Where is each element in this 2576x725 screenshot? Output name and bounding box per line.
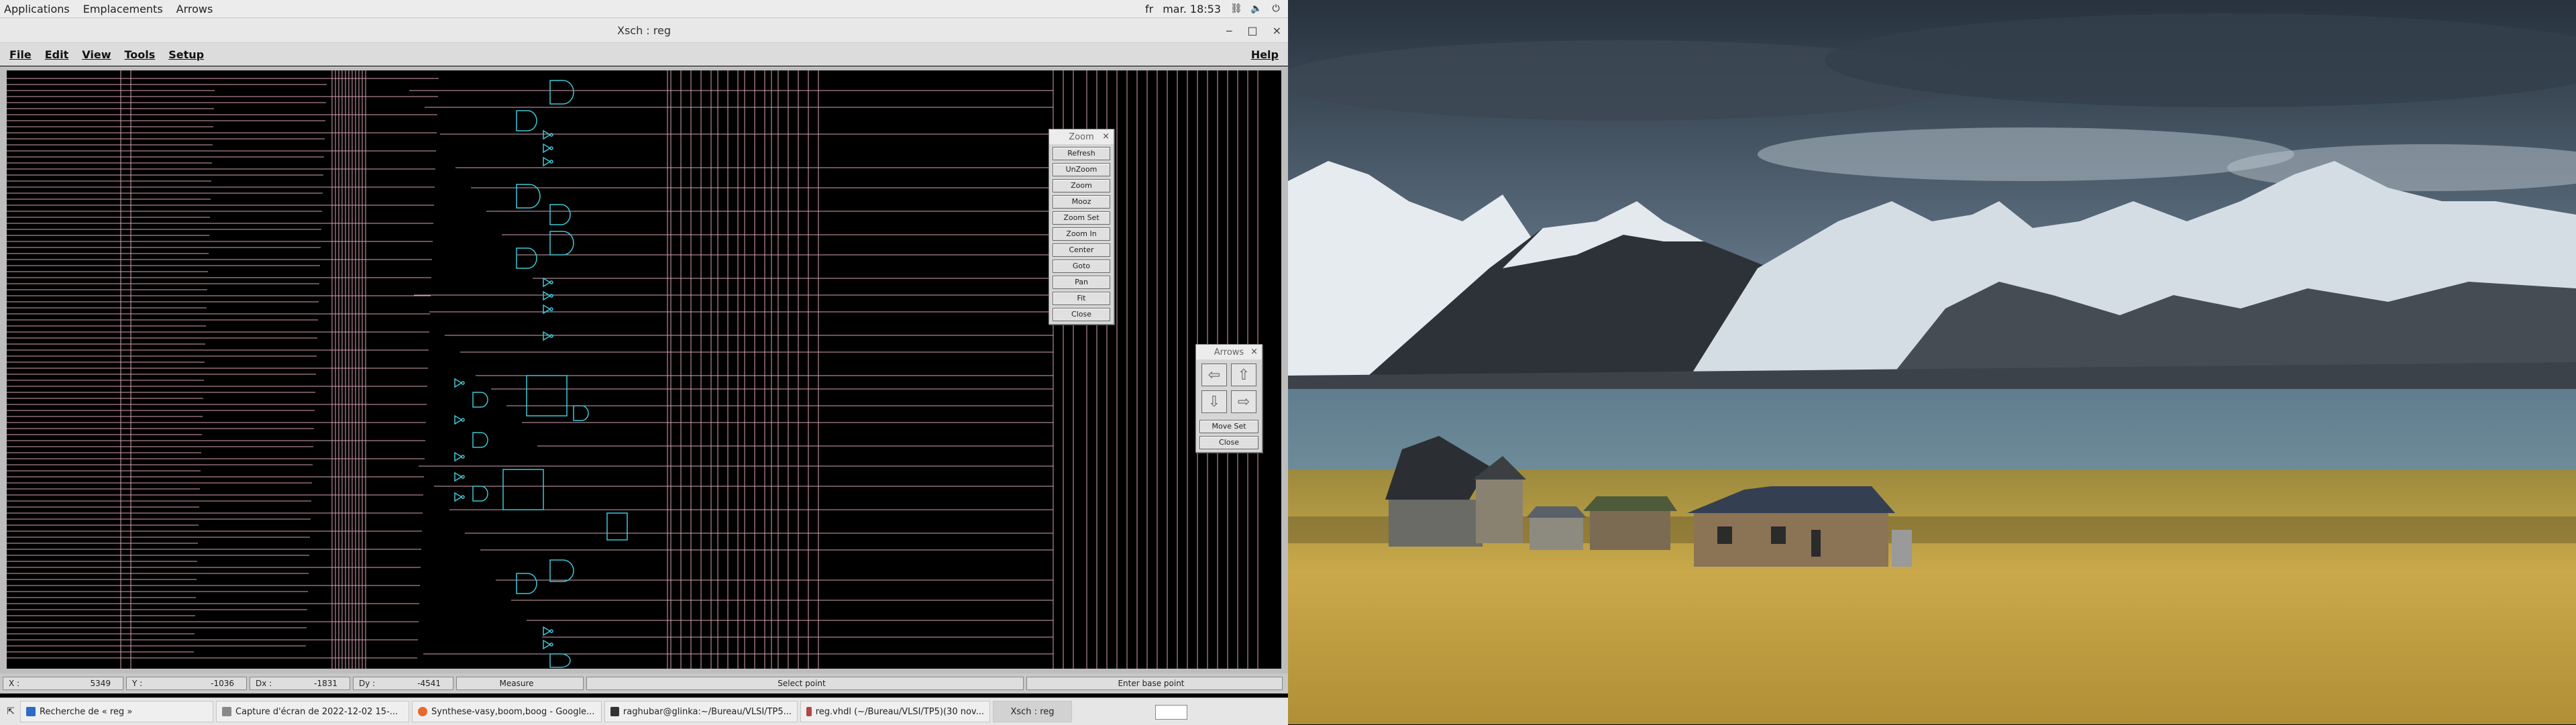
zoom-btn-center[interactable]: Center bbox=[1053, 243, 1110, 257]
files-icon bbox=[26, 707, 36, 716]
x-coord-field: X : 5349 bbox=[3, 677, 123, 690]
places-menu[interactable]: Emplacements bbox=[83, 3, 163, 15]
minimize-button[interactable]: ‒ bbox=[1226, 24, 1232, 37]
clock[interactable]: mar. 18:53 bbox=[1163, 3, 1221, 15]
y-label: Y : bbox=[132, 679, 143, 688]
canvas-frame: Zoom × Refresh UnZoom Zoom Mooz Zoom Set Zoom… bbox=[0, 66, 1288, 673]
menu-view[interactable]: View bbox=[82, 48, 111, 61]
task-label: Capture d'écran de 2022-12-02 15-... bbox=[235, 706, 398, 717]
arrows-palette-close-icon[interactable]: × bbox=[1250, 347, 1258, 357]
zoom-palette-title: Zoom bbox=[1069, 131, 1094, 142]
workspace-switcher[interactable] bbox=[1155, 705, 1187, 720]
menu-tools[interactable]: Tools bbox=[124, 48, 155, 61]
zoom-btn-pan[interactable]: Pan bbox=[1053, 276, 1110, 289]
zoom-btn-fit[interactable]: Fit bbox=[1053, 292, 1110, 305]
task-label: Xsch : reg bbox=[1010, 706, 1055, 717]
zoom-btn-zoom-in[interactable]: Zoom In bbox=[1053, 227, 1110, 241]
show-desktop-icon[interactable]: ⇱ bbox=[5, 706, 16, 717]
menu-help[interactable]: Help bbox=[1251, 48, 1279, 61]
text-editor-icon bbox=[806, 707, 812, 716]
dy-label: Dy : bbox=[359, 679, 376, 688]
base-point-field: Enter base point bbox=[1026, 677, 1283, 690]
menu-file[interactable]: File bbox=[9, 48, 32, 61]
zoom-btn-goto[interactable]: Goto bbox=[1053, 260, 1110, 273]
terminal-icon bbox=[610, 707, 619, 716]
firefox-icon bbox=[418, 707, 427, 716]
zoom-button-list: Refresh UnZoom Zoom Mooz Zoom Set Zoom In Cent… bbox=[1049, 147, 1114, 321]
task-label: Synthese-vasy,boom,boog - Google... bbox=[431, 706, 595, 717]
zoom-btn-unzoom[interactable]: UnZoom bbox=[1053, 163, 1110, 176]
schematic-canvas[interactable]: Zoom × Refresh UnZoom Zoom Mooz Zoom Set Zoom… bbox=[7, 70, 1281, 669]
arrow-up-icon: ⇧ bbox=[1237, 366, 1250, 384]
dy-value: -4541 bbox=[417, 679, 441, 688]
volume-icon[interactable]: 🔈 bbox=[1250, 3, 1262, 14]
status-bar: X : 5349 Y : -1036 Dx : -1831 Dy : -4541… bbox=[0, 673, 1288, 693]
task-xsch[interactable]: Xsch : reg bbox=[993, 701, 1072, 722]
arrows-palette-titlebar[interactable]: Arrows × bbox=[1196, 345, 1262, 359]
base-point-label: Enter base point bbox=[1118, 679, 1185, 688]
measure-field[interactable]: Measure bbox=[456, 677, 584, 690]
zoom-btn-refresh[interactable]: Refresh bbox=[1053, 147, 1110, 160]
zoom-btn-mooz[interactable]: Mooz bbox=[1053, 195, 1110, 209]
zoom-btn-zoom[interactable]: Zoom bbox=[1053, 179, 1110, 192]
gates bbox=[454, 80, 628, 668]
window-titlebar[interactable]: Xsch : reg ‒ □ × bbox=[0, 18, 1288, 43]
arrow-right-icon: ⇨ bbox=[1237, 393, 1250, 410]
dx-label: Dx : bbox=[256, 679, 272, 688]
system-tray: fr mar. 18:53 ⛓ 🔈 ⏻ bbox=[1145, 3, 1281, 15]
arrows-palette: Arrows × ⇦ ⇧ ⇩ ⇨ Move Set Close bbox=[1195, 344, 1263, 453]
arrow-right-button[interactable]: ⇨ bbox=[1231, 390, 1256, 413]
task-label: Recherche de « reg » bbox=[40, 706, 133, 717]
maximize-button[interactable]: □ bbox=[1247, 24, 1257, 37]
applications-menu[interactable]: Applications bbox=[4, 3, 70, 15]
taskbar: ⇱ Recherche de « reg » Capture d'écran d… bbox=[0, 698, 1288, 725]
task-screenshot[interactable]: Capture d'écran de 2022-12-02 15-... bbox=[216, 701, 409, 722]
dx-field: Dx : -1831 bbox=[250, 677, 350, 690]
arrow-left-icon: ⇦ bbox=[1208, 366, 1221, 384]
zoom-btn-zoom-set[interactable]: Zoom Set bbox=[1053, 211, 1110, 225]
keyboard-layout[interactable]: fr bbox=[1145, 3, 1153, 15]
measure-label: Measure bbox=[499, 679, 534, 688]
arrows-app-menu[interactable]: Arrows bbox=[176, 3, 213, 15]
y-coord-field: Y : -1036 bbox=[126, 677, 247, 690]
zoom-palette-titlebar[interactable]: Zoom × bbox=[1049, 129, 1114, 144]
select-point-label: Select point bbox=[777, 679, 826, 688]
x-label: X : bbox=[9, 679, 20, 688]
arrow-down-icon: ⇩ bbox=[1208, 393, 1221, 410]
top-panel: Applications Emplacements Arrows fr mar.… bbox=[0, 0, 1288, 18]
y-value: -1036 bbox=[211, 679, 234, 688]
task-label: raghubar@glinka:~/Bureau/VLSI/TP5... bbox=[623, 706, 792, 717]
close-window-button[interactable]: × bbox=[1273, 24, 1281, 37]
zoom-palette-close-icon[interactable]: × bbox=[1102, 131, 1110, 142]
landscape-image bbox=[1288, 0, 2576, 724]
select-point-field: Select point bbox=[586, 677, 1024, 690]
dy-field: Dy : -4541 bbox=[353, 677, 453, 690]
task-search[interactable]: Recherche de « reg » bbox=[20, 701, 213, 722]
task-label: reg.vhdl (~/Bureau/VLSI/TP5)(30 nov... bbox=[815, 706, 984, 717]
task-editor[interactable]: reg.vhdl (~/Bureau/VLSI/TP5)(30 nov... bbox=[800, 701, 990, 722]
move-set-button[interactable]: Move Set bbox=[1199, 420, 1258, 433]
x-value: 5349 bbox=[90, 679, 111, 688]
network-icon[interactable]: ⛓ bbox=[1230, 3, 1242, 14]
zoom-btn-close[interactable]: Close bbox=[1053, 308, 1110, 321]
menu-setup[interactable]: Setup bbox=[168, 48, 204, 61]
power-icon[interactable]: ⏻ bbox=[1271, 3, 1281, 14]
arrow-up-button[interactable]: ⇧ bbox=[1231, 364, 1256, 386]
arrows-close-button[interactable]: Close bbox=[1199, 436, 1258, 449]
zoom-palette: Zoom × Refresh UnZoom Zoom Mooz Zoom Set Zoom… bbox=[1049, 129, 1114, 325]
arrow-down-button[interactable]: ⇩ bbox=[1201, 390, 1227, 413]
arrow-left-button[interactable]: ⇦ bbox=[1201, 364, 1227, 386]
window-title: Xsch : reg bbox=[616, 23, 672, 37]
dx-value: -1831 bbox=[314, 679, 337, 688]
desktop-wallpaper bbox=[1288, 0, 2576, 724]
menu-bar: File Edit View Tools Setup Help bbox=[0, 43, 1288, 66]
arrows-palette-title: Arrows bbox=[1214, 347, 1244, 357]
task-terminal[interactable]: raghubar@glinka:~/Bureau/VLSI/TP5... bbox=[604, 701, 798, 722]
menu-edit[interactable]: Edit bbox=[45, 48, 69, 61]
image-viewer-icon bbox=[222, 707, 231, 716]
task-browser[interactable]: Synthese-vasy,boom,boog - Google... bbox=[412, 701, 602, 722]
